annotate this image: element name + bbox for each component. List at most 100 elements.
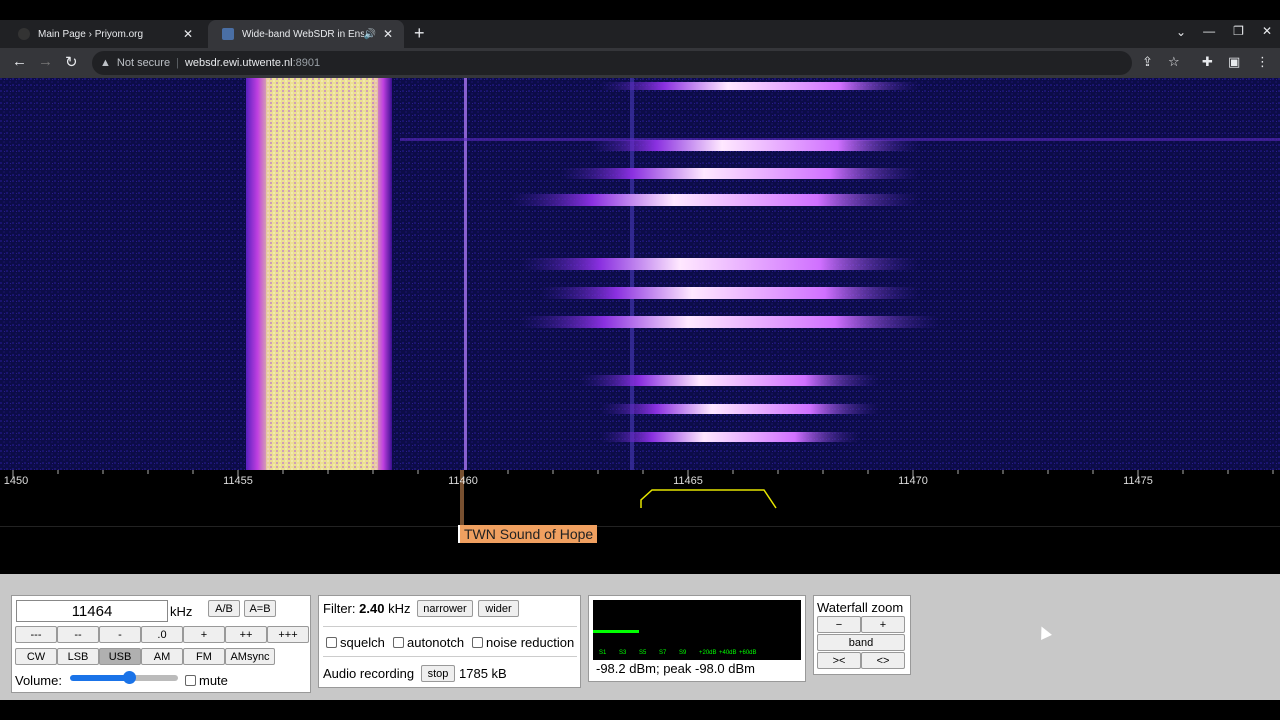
zoom-narrow-button[interactable]: >< <box>817 652 861 669</box>
filter-readout: Filter: 2.40 kHz <box>323 601 410 616</box>
noise-reduction-row[interactable]: noise reduction <box>472 635 574 650</box>
tab-strip: Main Page › Priyom.org ✕ Wide-band WebSD… <box>0 20 1280 48</box>
zoom-band-button[interactable]: band <box>817 634 905 651</box>
mode-amsync-button[interactable]: AMsync <box>225 648 275 665</box>
meter-scale-label: S1 <box>599 650 607 656</box>
waterfall-svg[interactable] <box>0 78 1280 470</box>
noise-reduction-label: noise reduction <box>486 635 575 650</box>
squelch-row[interactable]: squelch <box>326 635 385 650</box>
restore-icon[interactable]: ❐ <box>1233 24 1244 38</box>
mute-checkbox[interactable] <box>185 675 196 686</box>
mute-checkbox-row[interactable]: mute <box>185 673 228 688</box>
passband-indicator[interactable] <box>640 489 777 509</box>
frequency-unit: kHz <box>170 604 193 619</box>
wider-button[interactable]: wider <box>478 600 519 617</box>
close-icon[interactable]: ✕ <box>380 27 396 41</box>
scale-label: 1450 <box>3 475 29 487</box>
zoom-wide-button[interactable]: <> <box>861 652 905 669</box>
station-label[interactable]: TWN Sound of Hope <box>458 525 598 543</box>
step-down-1-button[interactable]: - <box>99 626 141 643</box>
forward-icon[interactable]: → <box>38 53 53 70</box>
security-label[interactable]: Not secure <box>117 57 170 69</box>
bookmark-star-icon[interactable]: ☆ <box>1168 54 1180 70</box>
signal-meter: S1 S3 S5 S7 S9 +20dB +40dB +60dB <box>593 600 801 660</box>
filter-unit: kHz <box>388 601 411 616</box>
scale-label: 11475 <box>1123 475 1153 487</box>
close-icon[interactable]: ✕ <box>180 27 196 41</box>
recording-size: 1785 kB <box>459 666 507 681</box>
frequency-scale[interactable]: 1450 11455 11460 11465 11470 11475 <box>0 470 1280 526</box>
screen-top-bar <box>0 0 1280 20</box>
chevron-down-icon[interactable]: ⌄ <box>1176 25 1186 39</box>
warning-icon[interactable]: ▲ <box>100 57 111 69</box>
window-close-icon[interactable]: ✕ <box>1262 24 1272 38</box>
extensions-icon[interactable]: ✚ <box>1202 54 1213 70</box>
meter-scale-label: +20dB <box>699 650 717 656</box>
control-panel: kHz A/B A=B --- -- - .0 + ++ +++ CW LSB … <box>0 574 1280 700</box>
step-up-3-button[interactable]: +++ <box>267 626 309 643</box>
waterfall-display[interactable] <box>0 78 1280 470</box>
step-up-2-button[interactable]: ++ <box>225 626 267 643</box>
minimize-icon[interactable]: — <box>1203 24 1215 38</box>
scale-label: 11465 <box>673 475 703 487</box>
mode-usb-button[interactable]: USB <box>99 648 141 665</box>
filter-label: Filter: <box>323 601 356 616</box>
recording-label: Audio recording <box>323 666 415 681</box>
station-labels-bar: TWN Sound of Hope <box>0 525 1280 575</box>
screen-bottom-bar <box>0 700 1280 720</box>
meter-scale-label: +40dB <box>719 650 737 656</box>
step-up-1-button[interactable]: + <box>183 626 225 643</box>
tab-title: Main Page › Priyom.org <box>38 28 144 40</box>
meter-scale: S1 S3 S5 S7 S9 +20dB +40dB +60dB <box>599 650 759 656</box>
volume-slider-knob[interactable] <box>123 671 137 684</box>
back-icon[interactable]: ← <box>12 53 27 70</box>
mode-fm-button[interactable]: FM <box>183 648 225 665</box>
tab-title: Wide-band WebSDR in Ensch <box>242 28 364 40</box>
round-button[interactable]: .0 <box>141 626 183 643</box>
zoom-title: Waterfall zoom <box>817 600 904 615</box>
volume-slider[interactable] <box>70 671 178 684</box>
meter-scale-label: S5 <box>639 650 647 656</box>
mode-cw-button[interactable]: CW <box>15 648 57 665</box>
ab-button[interactable]: A/B <box>208 600 240 617</box>
url-host[interactable]: websdr.ewi.utwente.nl <box>185 57 293 69</box>
globe-icon <box>18 28 30 40</box>
filter-value: 2.40 <box>359 601 385 616</box>
zoom-out-button[interactable]: − <box>817 616 861 633</box>
signal-reading: -98.2 dBm; peak -98.0 dBm <box>596 661 755 676</box>
tab-priyom[interactable]: Main Page › Priyom.org ✕ <box>4 20 204 48</box>
squelch-label: squelch <box>340 635 385 650</box>
address-bar[interactable]: ▲ Not secure | websdr.ewi.utwente.nl :89… <box>92 51 1132 75</box>
smeter-box: S1 S3 S5 S7 S9 +20dB +40dB +60dB -98.2 dBm; pea… <box>588 595 806 682</box>
url-port[interactable]: :8901 <box>293 57 321 69</box>
tuning-box: kHz A/B A=B --- -- - .0 + ++ +++ CW LSB … <box>11 595 311 693</box>
squelch-checkbox[interactable] <box>326 637 337 648</box>
autonotch-checkbox[interactable] <box>393 637 404 648</box>
menu-icon[interactable]: ⋮ <box>1256 54 1269 70</box>
autonotch-row[interactable]: autonotch <box>393 635 464 650</box>
tab-websdr[interactable]: Wide-band WebSDR in Ensch 🔊 ✕ <box>208 20 404 48</box>
aeqb-button[interactable]: A=B <box>244 600 276 617</box>
mode-lsb-button[interactable]: LSB <box>57 648 99 665</box>
speaker-icon[interactable]: 🔊 <box>364 29 376 40</box>
divider <box>323 626 577 627</box>
stop-recording-button[interactable]: stop <box>421 665 455 682</box>
mode-am-button[interactable]: AM <box>141 648 183 665</box>
autonotch-label: autonotch <box>407 635 465 650</box>
new-tab-icon[interactable]: + <box>414 23 425 44</box>
narrower-button[interactable]: narrower <box>417 600 473 617</box>
scale-label: 11460 <box>448 475 478 487</box>
signal-level-bar <box>593 630 639 633</box>
zoom-in-button[interactable]: + <box>861 616 905 633</box>
frequency-input[interactable] <box>16 600 168 622</box>
scale-svg[interactable] <box>0 470 1280 526</box>
volume-label: Volume: <box>15 673 62 688</box>
side-panel-icon[interactable]: ▣ <box>1228 54 1240 70</box>
step-down-2-button[interactable]: -- <box>57 626 99 643</box>
step-down-3-button[interactable]: --- <box>15 626 57 643</box>
scale-label: 11455 <box>223 475 253 487</box>
browser-toolbar: ← → ↻ ▲ Not secure | websdr.ewi.utwente.… <box>0 48 1280 78</box>
share-icon[interactable]: ⇪ <box>1142 54 1153 70</box>
noise-reduction-checkbox[interactable] <box>472 637 483 648</box>
reload-icon[interactable]: ↻ <box>65 53 78 71</box>
